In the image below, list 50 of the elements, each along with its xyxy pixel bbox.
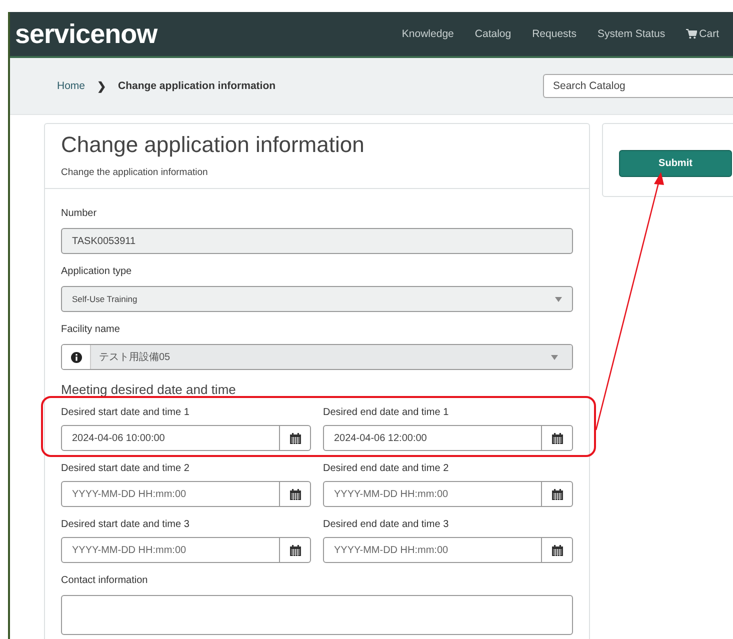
search-field[interactable]: Search Catalog bbox=[543, 74, 733, 98]
nav-link[interactable]: Knowledge bbox=[402, 28, 454, 40]
info-icon bbox=[70, 352, 82, 362]
date-field[interactable]: YYYY-MM-DD HH:mm:00 bbox=[323, 537, 542, 563]
section-heading: Meeting desired date and time bbox=[61, 382, 237, 397]
form-subtitle: Change the application information bbox=[61, 167, 209, 178]
field-label: Number bbox=[61, 208, 97, 219]
calendar-icon bbox=[552, 432, 562, 444]
date-field[interactable]: 2024-04-06 12:00:00 bbox=[323, 425, 542, 451]
calendar-button[interactable] bbox=[280, 537, 311, 563]
calendar-icon bbox=[290, 432, 300, 444]
cart-icon bbox=[686, 29, 698, 39]
field-label: Contact information bbox=[61, 575, 148, 586]
calendar-icon bbox=[290, 544, 300, 556]
calendar-button[interactable] bbox=[542, 537, 573, 563]
field-label: Application type bbox=[61, 266, 132, 277]
field-label: Desired end date and time 3 bbox=[323, 519, 449, 530]
calendar-icon bbox=[552, 488, 562, 500]
caret-icon bbox=[555, 296, 562, 302]
field-label: Facility name bbox=[61, 324, 120, 335]
date-field[interactable]: YYYY-MM-DD HH:mm:00 bbox=[61, 537, 280, 563]
calendar-button[interactable] bbox=[542, 425, 573, 451]
contact-field[interactable] bbox=[61, 595, 573, 635]
submit-button[interactable]: Submit bbox=[619, 150, 732, 177]
breadcrumb-link[interactable]: Home bbox=[57, 80, 86, 92]
date-field[interactable]: YYYY-MM-DD HH:mm:00 bbox=[323, 481, 542, 507]
field-label: Desired end date and time 2 bbox=[323, 463, 449, 474]
caret-icon bbox=[551, 354, 558, 360]
form-title: Change application information bbox=[61, 132, 366, 158]
field-label: Desired start date and time 1 bbox=[61, 407, 190, 418]
calendar-button[interactable] bbox=[280, 481, 311, 507]
calendar-icon bbox=[290, 488, 300, 500]
field-value: TASK0053911 bbox=[72, 236, 136, 246]
field-label: Desired start date and time 2 bbox=[61, 463, 190, 474]
logo[interactable]: servicenow bbox=[15, 18, 158, 50]
field-label: Desired start date and time 3 bbox=[61, 519, 190, 530]
nav-link[interactable]: Catalog bbox=[474, 28, 512, 40]
date-field[interactable]: 2024-04-06 10:00:00 bbox=[61, 425, 280, 451]
date-field[interactable]: YYYY-MM-DD HH:mm:00 bbox=[61, 481, 280, 507]
field-label: Desired end date and time 1 bbox=[323, 407, 449, 418]
field-value: Self-Use Training bbox=[72, 294, 138, 304]
calendar-button[interactable] bbox=[280, 425, 311, 451]
nav-link[interactable]: System Status bbox=[597, 28, 666, 40]
nav-link[interactable]: Requests bbox=[532, 28, 576, 40]
field-value: テスト用設備05 bbox=[99, 350, 170, 364]
calendar-icon bbox=[552, 544, 562, 556]
cart-link[interactable]: Cart bbox=[686, 28, 719, 40]
calendar-button[interactable] bbox=[542, 481, 573, 507]
chevron-icon: ❯ bbox=[97, 80, 106, 92]
breadcrumb-current: Change application information bbox=[118, 80, 276, 92]
